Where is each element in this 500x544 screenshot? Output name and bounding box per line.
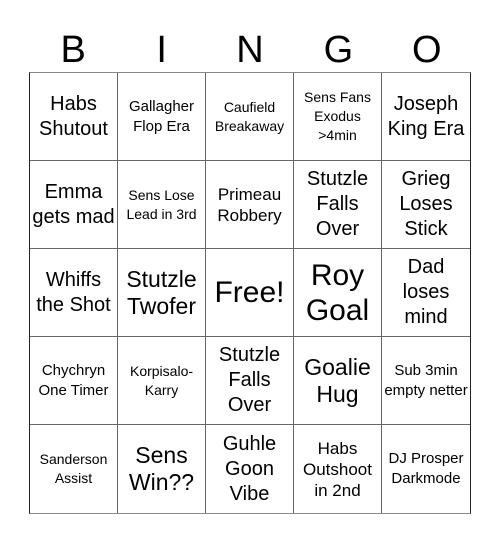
- bingo-cell-label: Korpisalo-Karry: [129, 362, 194, 398]
- bingo-cell-label: Sanderson Assist: [39, 451, 108, 486]
- bingo-cell-label: Sens Fans Exodus >4min: [304, 89, 371, 143]
- bingo-cell[interactable]: Whiffs the Shot: [30, 249, 118, 337]
- bingo-cell-label: Stutzle Falls Over: [218, 344, 281, 416]
- bingo-cell[interactable]: Stutzle Twofer: [118, 249, 206, 337]
- bingo-header: B I N G O: [29, 28, 471, 72]
- bingo-cell-label: Primeau Robbery: [217, 184, 282, 225]
- bingo-cell[interactable]: DJ Prosper Darkmode: [382, 425, 470, 513]
- header-letter-g: G: [323, 29, 354, 71]
- bingo-cell[interactable]: Sens Fans Exodus >4min: [294, 73, 382, 161]
- bingo-cell-label: Grieg Loses Stick: [399, 168, 453, 240]
- bingo-cell[interactable]: Joseph King Era: [382, 73, 470, 161]
- bingo-cell-label: Joseph King Era: [387, 92, 465, 140]
- bingo-cell[interactable]: Goalie Hug: [294, 337, 382, 425]
- bingo-cell-label: Habs Shutout: [39, 92, 108, 140]
- bingo-cell[interactable]: Sens Win??: [118, 425, 206, 513]
- bingo-cell[interactable]: Sanderson Assist: [30, 425, 118, 513]
- bingo-cell-label: Sub 3min empty netter: [384, 361, 468, 399]
- bingo-card-grid: Habs Shutout Gallagher Flop Era Caufield B…: [29, 72, 471, 514]
- bingo-cell-label: Stutzle Twofer: [126, 265, 197, 319]
- bingo-cell[interactable]: Roy Goal: [294, 249, 382, 337]
- bingo-cell[interactable]: Habs Outshoot in 2nd: [294, 425, 382, 513]
- bingo-cell-label: Habs Outshoot in 2nd: [303, 438, 372, 500]
- bingo-cell[interactable]: Gallagher Flop Era: [118, 73, 206, 161]
- bingo-cell[interactable]: Chychryn One Timer: [30, 337, 118, 425]
- bingo-cell[interactable]: Sens Lose Lead in 3rd: [118, 161, 206, 249]
- bingo-cell[interactable]: Sub 3min empty netter: [382, 337, 470, 425]
- bingo-cell-free[interactable]: Free!: [206, 249, 294, 337]
- header-letter-b: B: [60, 29, 86, 71]
- bingo-cell[interactable]: Primeau Robbery: [206, 161, 294, 249]
- bingo-cell-label: Gallagher Flop Era: [128, 97, 195, 135]
- bingo-cell[interactable]: Dad loses mind: [382, 249, 470, 337]
- bingo-cell-label: Whiffs the Shot: [36, 268, 111, 316]
- bingo-cell-label: Stutzle Falls Over: [306, 168, 369, 240]
- bingo-cell[interactable]: Grieg Loses Stick: [382, 161, 470, 249]
- bingo-cell-label: DJ Prosper Darkmode: [388, 450, 464, 487]
- bingo-cell-label: Chychryn One Timer: [38, 361, 109, 399]
- bingo-cell[interactable]: Korpisalo-Karry: [118, 337, 206, 425]
- header-letter-o: O: [412, 29, 442, 71]
- bingo-cell-label: Caufield Breakaway: [214, 98, 285, 134]
- bingo-cell[interactable]: Stutzle Falls Over: [206, 337, 294, 425]
- bingo-cell[interactable]: Caufield Breakaway: [206, 73, 294, 161]
- header-letter-n: N: [236, 29, 264, 71]
- bingo-cell-label: Sens Win??: [128, 442, 195, 495]
- bingo-cell-label: Guhle Goon Vibe: [222, 432, 277, 505]
- bingo-cell[interactable]: Emma gets mad: [30, 161, 118, 249]
- bingo-cell-label: Sens Lose Lead in 3rd: [126, 186, 197, 222]
- bingo-cell-label: Roy Goal: [305, 258, 370, 327]
- bingo-cell-label: Dad loses mind: [402, 256, 450, 328]
- bingo-cell-label: Goalie Hug: [304, 353, 371, 407]
- bingo-cell-label: Emma gets mad: [32, 180, 115, 228]
- bingo-cell[interactable]: Guhle Goon Vibe: [206, 425, 294, 513]
- bingo-cell[interactable]: Habs Shutout: [30, 73, 118, 161]
- header-letter-i: I: [156, 29, 167, 71]
- bingo-cell[interactable]: Stutzle Falls Over: [294, 161, 382, 249]
- bingo-cell-label: Free!: [214, 276, 285, 309]
